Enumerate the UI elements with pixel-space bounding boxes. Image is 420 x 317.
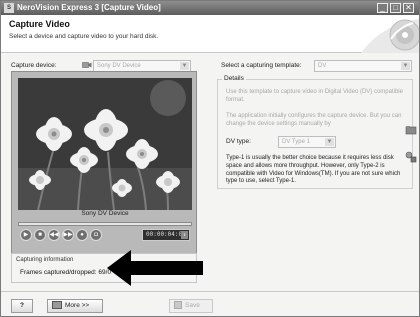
chevron-down-icon: ▼ [325,138,334,146]
frames-captured-text: Frames captured/dropped: 69/0 [20,269,112,276]
details-legend: Details [222,75,246,82]
capturing-information-legend: Capturing information [16,257,74,263]
timecode-value: 00:00:04:01 [146,231,186,238]
details-group: Details Use this template to capture vid… [217,75,413,189]
page-subtitle: Select a device and capture video to you… [9,33,159,40]
app-icon: S [4,3,14,13]
minimize-button[interactable]: _ [377,3,388,13]
dv-type-label: DV type: [226,138,251,145]
window-title: NeroVision Express 3 [Capture Video] [17,3,161,12]
help-icon: ? [20,302,24,309]
more-button-label: More >> [65,302,90,309]
template-description: Use this template to capture video in Di… [226,89,403,104]
title-bar[interactable]: S NeroVision Express 3 [Capture Video] _… [1,1,419,15]
stop-button[interactable]: ■ [34,229,46,241]
video-preview-panel: Sony DV Device ▶ ■ ◀◀ ▶▶ ● ◘ 00:00:04:01… [11,71,197,255]
video-preview [18,78,192,210]
dv-type-explanation: Type-1 is usually the better choice beca… [226,155,401,185]
device-caption: Sony DV Device [81,210,129,217]
maximize-button[interactable]: □ [390,3,401,13]
footer-divider [1,291,419,292]
play-button[interactable]: ▶ [20,229,32,241]
camcorder-icon [82,62,92,68]
capture-device-label: Capture device: [11,62,57,69]
seek-slider[interactable] [18,222,192,226]
template-value: DV [318,63,327,69]
fast-forward-button[interactable]: ▶▶ [62,229,74,241]
page-header: Capture Video Select a device and captur… [1,15,419,53]
chevron-down-icon: ▼ [401,62,410,70]
annotation-arrow-icon [107,250,203,286]
template-label: Select a capturing template: [221,62,302,69]
spinner-icon[interactable]: ⇕ [181,231,188,239]
device-config-note: The application initially configures the… [226,113,402,128]
close-button[interactable]: ✕ [403,3,414,13]
save-button[interactable]: Save [169,299,213,313]
template-select[interactable]: DV ▼ [314,60,412,72]
capture-device-value: Sony DV Device [97,63,141,69]
rewind-button[interactable]: ◀◀ [48,229,60,241]
dv-type-select[interactable]: DV Type 1 ▼ [278,136,336,148]
more-options-icon [52,301,62,310]
timecode-field[interactable]: 00:00:04:01 ⇕ [142,229,190,241]
record-button[interactable]: ● [76,229,88,241]
application-window: S NeroVision Express 3 [Capture Video] _… [0,0,420,317]
folder-icon[interactable] [405,124,417,136]
page-title: Capture Video [9,19,70,29]
device-settings-icon[interactable] [405,151,417,163]
save-button-label: Save [185,302,200,309]
help-button[interactable]: ? [11,299,33,313]
floppy-disk-icon [174,301,182,310]
transport-controls: ▶ ■ ◀◀ ▶▶ ● ◘ 00:00:04:01 ⇕ [18,229,192,245]
more-button[interactable]: More >> [47,299,103,313]
chevron-down-icon: ▼ [180,62,189,70]
dv-type-value: DV Type 1 [282,139,310,145]
disc-logo-icon [361,19,419,53]
snapshot-button[interactable]: ◘ [90,229,102,241]
